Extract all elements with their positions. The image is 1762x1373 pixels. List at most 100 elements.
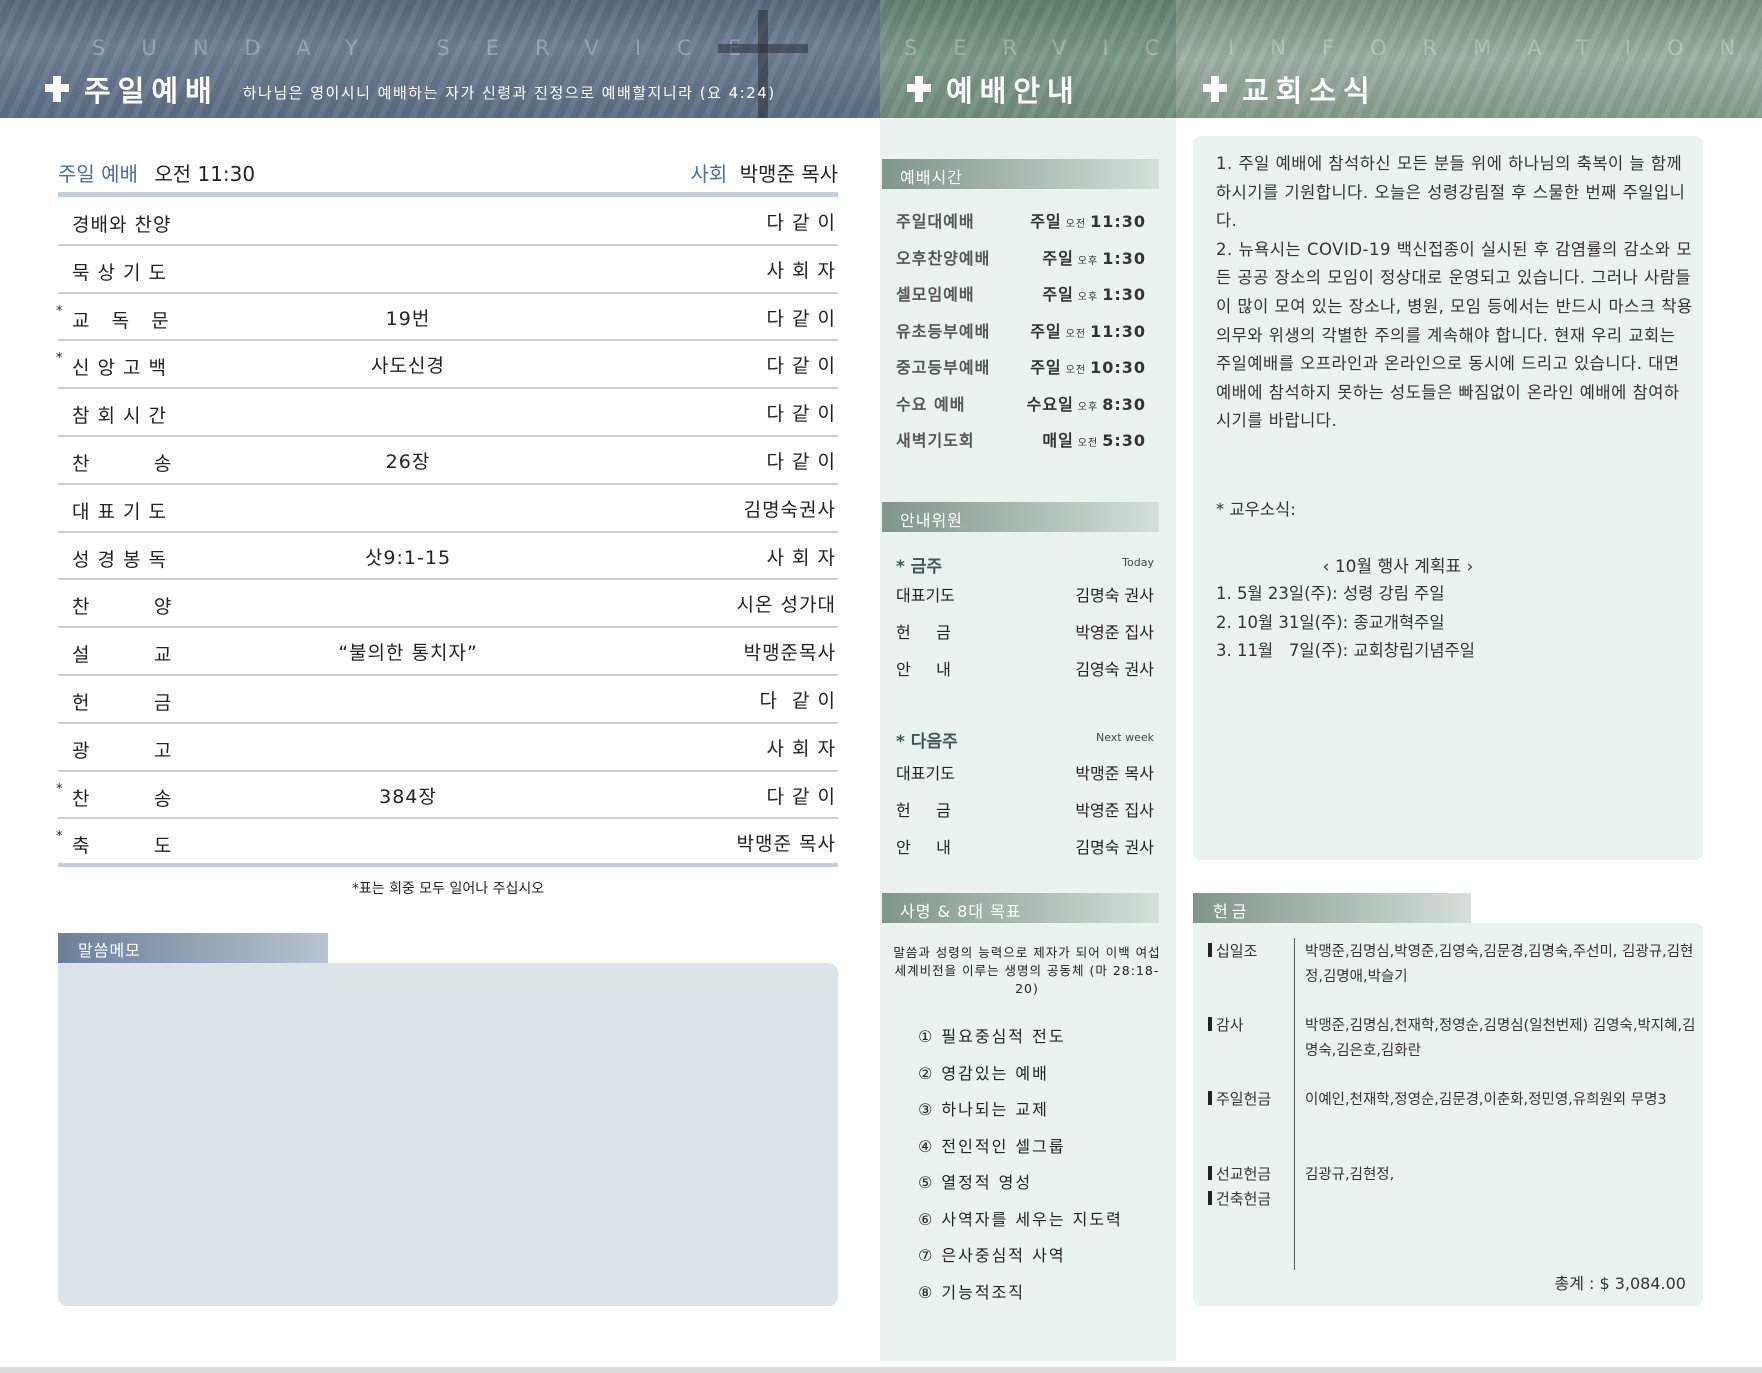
next-week-en: Next week: [1095, 731, 1154, 744]
this-week-heading: * 금주 Today: [896, 552, 1154, 578]
goal-item: ⑤ 열정적 영성: [918, 1173, 1033, 1192]
service-schedule: 주일 오전 11:30: [1030, 208, 1146, 232]
worship-leader: 다 같 이: [766, 212, 836, 234]
offering-tab: 헌금: [1193, 893, 1471, 923]
goal-item: ⑧ 기능적조직: [918, 1282, 1026, 1302]
header-watermark-left: SUNDAY SERVICE: [92, 36, 777, 60]
usher-row: 대표기도 박맹준 목사: [896, 760, 1154, 788]
worship-content: 384장: [379, 785, 437, 808]
service-ampm: 오후: [1077, 401, 1099, 413]
standing-mark: *: [56, 351, 64, 367]
worship-leader: 박맹준 목사: [736, 833, 836, 856]
service-name: 중고등부예배: [896, 358, 991, 377]
scripture-subtitle: 하나님은 영이시니 예배하는 자가 신령과 진정으로 예배할지니라 (요 4:2…: [242, 83, 776, 102]
service-ampm: 오후: [1077, 255, 1099, 267]
offering-names: 이예인,천재학,정영순,김문경,이춘화,정민영,유희원외 무명3: [1305, 1092, 1667, 1108]
usher-role: 안 내: [896, 838, 951, 857]
worship-row: * 신 앙 고 백 사도신경 다 같 이: [56, 341, 838, 390]
worship-row: 헌 금다 같 이: [58, 676, 838, 724]
worship-item: 신 앙 고 백: [72, 357, 168, 380]
sermon-memo-tab: 말씀메모: [58, 933, 328, 963]
service-day: 주일: [1030, 212, 1062, 231]
worship-header: 주일 예배 오전 11:30 사회 박맹준 목사: [58, 158, 838, 188]
service-time-row: 중고등부예배 주일 오전 10:30: [896, 354, 1146, 384]
service-time-row: 셀모임예배 주일 오후 1:30: [896, 281, 1146, 311]
service-hour: 11:30: [1090, 212, 1146, 231]
standing-mark: *: [56, 781, 64, 797]
usher-person: 박영준 집사: [1075, 801, 1154, 820]
mission-tab: 사명 & 8대 목표: [882, 893, 1159, 923]
worship-item: 묵 상 기 도: [72, 261, 168, 284]
service-name: 유초등부예배: [896, 321, 991, 341]
goal-item: ⑦ 은사중심적 사역: [918, 1246, 1066, 1265]
worship-item: 대 표 기 도: [72, 500, 168, 523]
order-of-worship: 경배와 찬양 다 같 이묵 상 기 도사 회 자 * 교 독 문 19번 다 같 이 * 신 …: [56, 198, 838, 868]
offering-category: 선교헌금: [1208, 1163, 1271, 1184]
church-news-title: 교회소식: [1202, 68, 1377, 110]
next-week-title: * 다음주: [896, 732, 958, 752]
service-hour: 5:30: [1102, 431, 1146, 450]
leader-label: 사회: [690, 162, 728, 186]
worship-content: 26장: [385, 450, 431, 473]
service-info-title-text: 예배안내: [946, 74, 1081, 108]
worship-leader: 다 같 이: [766, 785, 836, 808]
goal-item: ④ 전인적인 셀그룹: [918, 1136, 1066, 1156]
usher-person: 박영준 집사: [1075, 623, 1154, 642]
worship-row: 경배와 찬양 다 같 이: [58, 198, 838, 246]
member-news-label: * 교우소식:: [1216, 500, 1296, 519]
usher-row: 안 내 김영숙 권사: [896, 656, 1154, 684]
service-times-tab: 예배시간: [882, 159, 1159, 189]
worship-row: * 찬 송 384장 다 같 이: [56, 772, 838, 820]
service-ampm: 오전: [1065, 219, 1087, 230]
offering-total: 총계 : $ 3,084.00: [1554, 1274, 1686, 1293]
worship-row: * 교 독 문 19번 다 같 이: [56, 294, 838, 342]
worship-leader: 다 같 이: [759, 689, 836, 712]
service-info-title: 예배안내: [906, 68, 1081, 110]
standing-mark: *: [56, 829, 64, 845]
sunday-service-title: 주일예배 하나님은 영이시니 예배하는 자가 신령과 진정으로 예배할지니라 (…: [44, 68, 776, 110]
service-day: 주일: [1042, 285, 1074, 304]
service-schedule: 주일 오후 1:30: [1042, 245, 1146, 269]
usher-role: 안 내: [896, 660, 951, 679]
leader-name: 박맹준 목사: [739, 162, 838, 186]
service-schedule: 주일 오전 10:30: [1030, 354, 1146, 378]
mission-statement: 말씀과 성령의 능력으로 제자가 되어 이백 여섭 세계비전을 이루는 생명의 …: [893, 945, 1161, 996]
worship-item: 축 도: [72, 835, 173, 858]
worship-content: 사도신경: [371, 355, 445, 378]
worship-row: 참 회 시 간다 같 이: [58, 389, 838, 437]
news-paragraph-1: 1. 주일 예배에 참석하신 모든 분들 위에 하나님의 축복이 늘 함께 하시…: [1216, 154, 1686, 231]
worship-leader: 시온 성가대: [736, 594, 836, 617]
offering-category: 건축헌금: [1208, 1188, 1271, 1209]
event-plan-item: 2. 10월 31일(주): 종교개혁주일: [1216, 612, 1445, 632]
offering-names: 박맹준,김명심,천재학,정영순,김명심(일천번제) 김영숙,박지혜,김명숙,김은…: [1305, 1018, 1696, 1059]
worship-row: 대 표 기 도 김명숙권사: [58, 485, 838, 533]
cross-icon: [906, 76, 932, 102]
worship-content: 19번: [385, 307, 431, 330]
service-day: 매일: [1042, 431, 1074, 450]
worship-leader: 김명숙권사: [743, 498, 836, 521]
worship-leader: 사 회 자: [766, 737, 836, 760]
service-day: 수요일: [1026, 394, 1074, 414]
offering-names: 김광규,김현정,: [1305, 1167, 1395, 1183]
event-plan-item: 3. 11월 7일(주): 교회창립기념주일: [1216, 641, 1475, 661]
service-ampm: 오전: [1065, 328, 1087, 340]
header-watermark-right: INFORMATION: [1228, 36, 1762, 60]
usher-role: 대표기도: [896, 586, 955, 605]
worship-item: 헌 금: [72, 691, 173, 714]
service-ampm: 오전: [1077, 438, 1099, 449]
this-week-title: * 금주: [896, 557, 943, 577]
bulletin-page: SUNDAY SERVICE 주일예배 하나님은 영이시니 예배하는 자가 신령…: [0, 0, 1762, 1373]
service-hour: 1:30: [1102, 248, 1146, 268]
worship-leader: 다 같 이: [766, 355, 836, 378]
offering-category: 감사: [1208, 1014, 1244, 1035]
usher-row: 대표기도 김명숙 권사: [896, 582, 1154, 610]
offering-category: 주일헌금: [1208, 1088, 1271, 1109]
goal-item: ③ 하나되는 교제: [918, 1100, 1049, 1119]
offering-names: 박맹준,김명심,박영준,김영숙,김문경,김명숙,주선미, 김광규,김현정,김명애…: [1305, 944, 1694, 985]
church-news-text: 1. 주일 예배에 참석하신 모든 분들 위에 하나님의 축복이 늘 함께 하시…: [1216, 150, 1694, 436]
usher-person: 박맹준 목사: [1075, 764, 1154, 783]
worship-leader: 다 같 이: [766, 450, 836, 473]
service-schedule: 수요일 오후 8:30: [1027, 391, 1146, 415]
service-time-row: 유초등부예배 주일 오전 11:30: [896, 318, 1146, 348]
worship-header-rule: [58, 192, 838, 197]
